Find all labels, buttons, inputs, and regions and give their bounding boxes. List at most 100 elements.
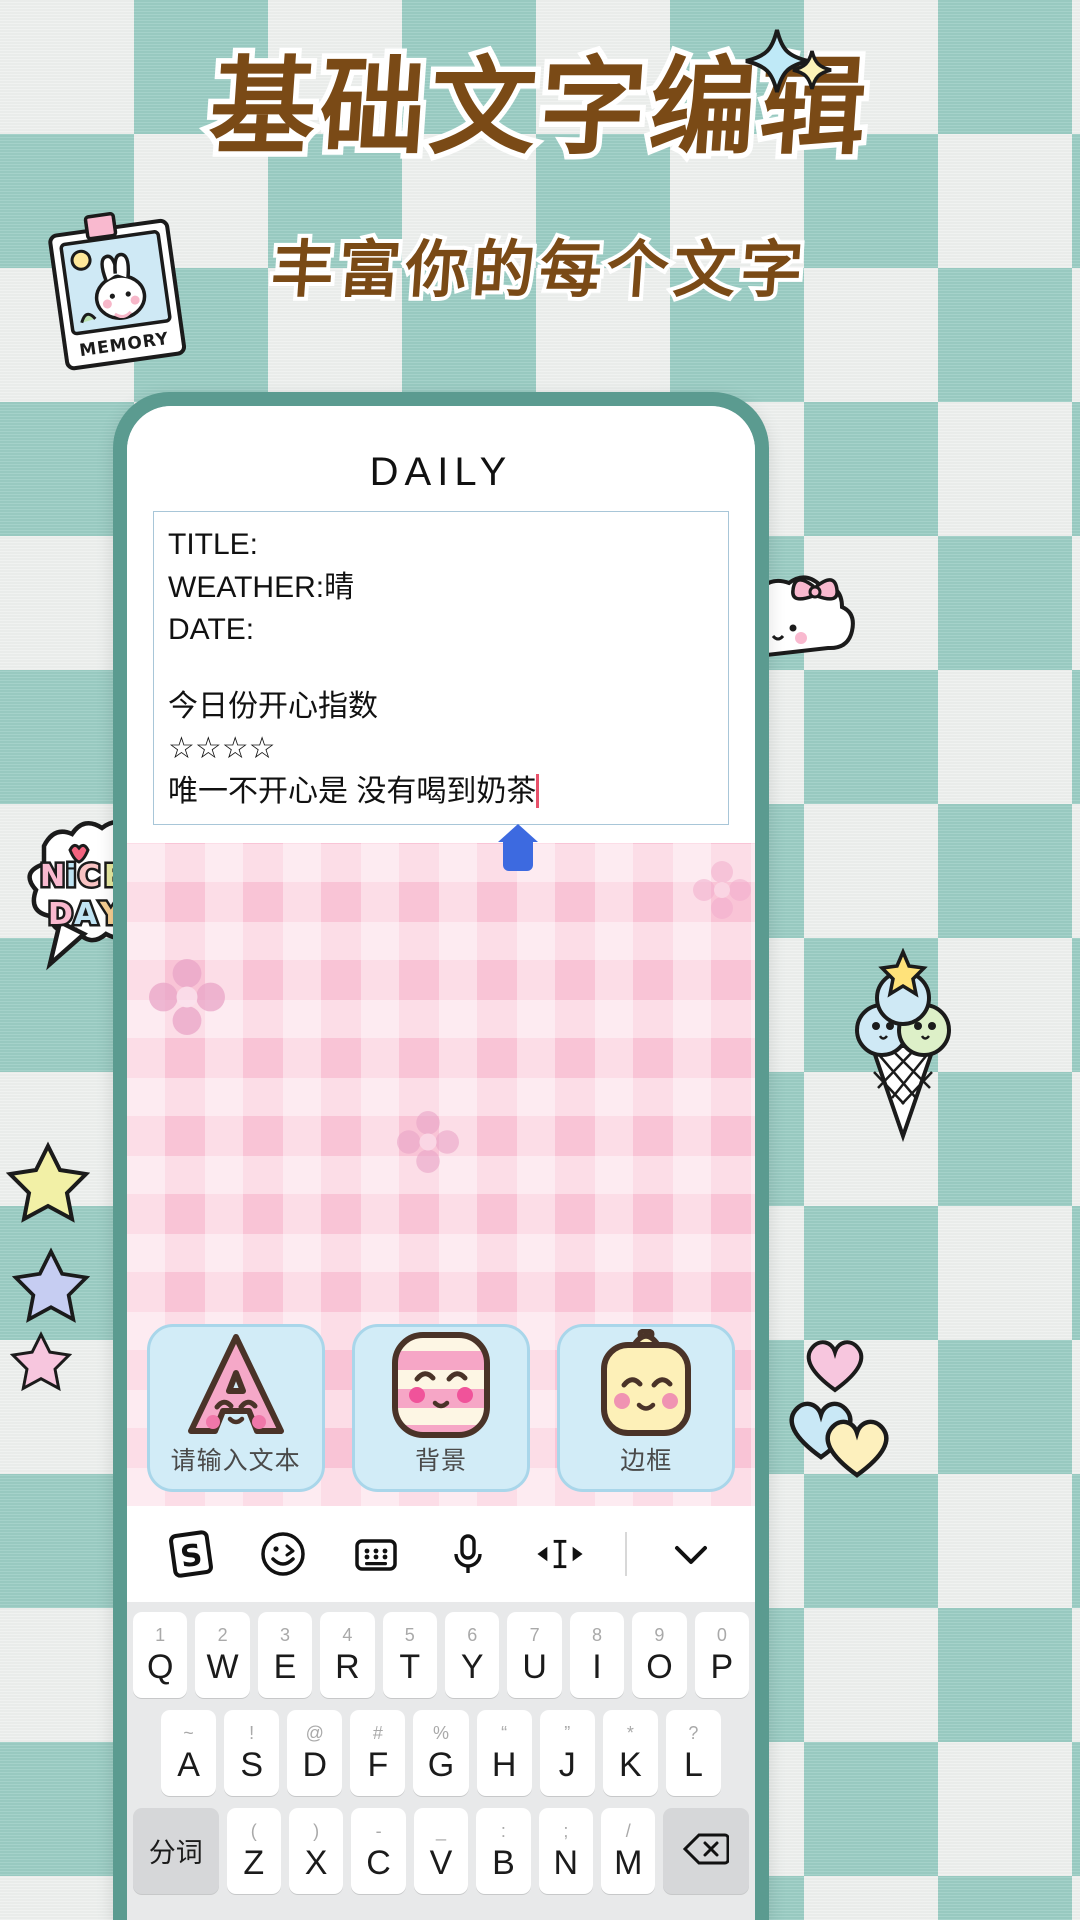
cursor-move-icon[interactable] (532, 1526, 588, 1582)
key-word-segment[interactable]: 分词 (133, 1808, 219, 1894)
key-n[interactable]: ;N (539, 1808, 593, 1894)
key-a[interactable]: ~A (161, 1710, 216, 1796)
key-hint: % (433, 1724, 449, 1744)
svg-text:C: C (78, 859, 100, 894)
note-comment-text: 唯一不开心是 没有喝到奶茶 (168, 775, 536, 808)
key-d[interactable]: @D (287, 1710, 342, 1796)
tool-button-background[interactable]: 背景 (352, 1324, 530, 1492)
key-label: Z (243, 1846, 264, 1880)
star-sticker-blue (12, 1246, 90, 1324)
keyboard-toolbar: S (127, 1506, 755, 1602)
key-j[interactable]: ”J (540, 1710, 595, 1796)
key-b[interactable]: :B (476, 1808, 530, 1894)
key-s[interactable]: !S (224, 1710, 279, 1796)
key-backspace[interactable] (663, 1808, 749, 1894)
key-label: J (559, 1748, 576, 1782)
keyboard-row-3: 分词 (Z )X -C _V :B ;N /M (133, 1808, 749, 1894)
key-label: N (554, 1846, 579, 1880)
phone-screen: DAILY TITLE: WEATHER:晴 DATE: 今日份开心指数 ☆☆☆… (127, 406, 755, 1920)
key-label: I (592, 1650, 601, 1684)
key-label: T (399, 1650, 420, 1684)
page-subtitle: 丰富你的每个文字 (269, 219, 811, 309)
keyboard-row-2: ~A !S @D #F %G “H ”J *K ?L (133, 1710, 749, 1796)
tool-label-text: 请输入文本 (171, 1441, 301, 1477)
flower-decor-icon-3 (397, 1111, 459, 1173)
key-label: S (240, 1748, 263, 1782)
heart-sticker-yellow (818, 1408, 896, 1482)
backspace-icon (683, 1832, 729, 1871)
key-g[interactable]: %G (413, 1710, 468, 1796)
key-c[interactable]: -C (351, 1808, 405, 1894)
key-label: X (305, 1846, 328, 1880)
keyboard-switch-icon[interactable] (348, 1526, 404, 1582)
note-line-blank (168, 652, 714, 686)
key-hint: ) (313, 1822, 319, 1842)
key-k[interactable]: *K (603, 1710, 658, 1796)
key-hint: ” (564, 1724, 570, 1744)
microphone-icon[interactable] (440, 1526, 496, 1582)
key-r[interactable]: 4R (320, 1612, 374, 1698)
key-w[interactable]: 2W (195, 1612, 249, 1698)
key-label: C (366, 1846, 391, 1880)
key-y[interactable]: 6Y (445, 1612, 499, 1698)
key-hint: ( (251, 1822, 257, 1842)
key-hint: 4 (342, 1626, 352, 1646)
text-selection-drag-handle[interactable] (498, 824, 538, 870)
key-hint: # (373, 1724, 383, 1744)
svg-text:A: A (74, 897, 98, 932)
key-h[interactable]: “H (477, 1710, 532, 1796)
collapse-chevron-down-icon[interactable] (663, 1526, 719, 1582)
sparkle-star-small-icon (790, 48, 834, 92)
note-line-weather: WEATHER:晴 (168, 567, 714, 610)
tool-button-text[interactable]: 请输入文本 (147, 1324, 325, 1492)
key-label: V (430, 1846, 453, 1880)
key-label: Y (461, 1650, 484, 1684)
key-label: R (335, 1650, 360, 1684)
key-m[interactable]: /M (601, 1808, 655, 1894)
key-l[interactable]: ?L (666, 1710, 721, 1796)
phone-mockup: DAILY TITLE: WEATHER:晴 DATE: 今日份开心指数 ☆☆☆… (113, 392, 769, 1920)
key-label: W (207, 1650, 239, 1684)
editor-background-area: 请输入文本 (127, 843, 755, 1506)
key-label: M (614, 1846, 642, 1880)
text-edit-box[interactable]: TITLE: WEATHER:晴 DATE: 今日份开心指数 ☆☆☆☆ 唯一不开… (153, 511, 729, 825)
key-q[interactable]: 1Q (133, 1612, 187, 1698)
key-f[interactable]: #F (350, 1710, 405, 1796)
key-label: 分词 (149, 1840, 203, 1867)
drag-handle-arrow (498, 824, 538, 842)
key-hint: 9 (654, 1626, 664, 1646)
text-caret (536, 774, 539, 808)
key-z[interactable]: (Z (227, 1808, 281, 1894)
tool-label-background: 背景 (415, 1441, 467, 1477)
key-hint: ! (249, 1724, 254, 1744)
svg-text:i: i (66, 859, 76, 894)
letter-a-face-icon (150, 1325, 322, 1441)
keyboard-row-1: 1Q 2W 3E 4R 5T 6Y 7U 8I 9O 0P (133, 1612, 749, 1698)
key-o[interactable]: 9O (632, 1612, 686, 1698)
note-line-title: TITLE: (168, 524, 714, 567)
key-hint: 8 (592, 1626, 602, 1646)
key-i[interactable]: 8I (570, 1612, 624, 1698)
sogou-logo-icon[interactable]: S (163, 1526, 219, 1582)
key-hint: / (626, 1822, 631, 1842)
key-label: E (274, 1650, 297, 1684)
key-v[interactable]: _V (414, 1808, 468, 1894)
drag-handle-body (503, 841, 533, 871)
note-line-mood-label: 今日份开心指数 (168, 686, 714, 729)
striped-background-icon (355, 1323, 527, 1441)
key-u[interactable]: 7U (507, 1612, 561, 1698)
note-heading: DAILY (153, 450, 729, 495)
heart-sticker-pink (800, 1330, 870, 1396)
key-label: P (710, 1650, 733, 1684)
key-p[interactable]: 0P (695, 1612, 749, 1698)
key-t[interactable]: 5T (383, 1612, 437, 1698)
key-label: O (646, 1650, 672, 1684)
tool-button-frame[interactable]: 边框 (557, 1324, 735, 1492)
key-label: H (492, 1748, 517, 1782)
key-e[interactable]: 3E (258, 1612, 312, 1698)
key-x[interactable]: )X (289, 1808, 343, 1894)
emoji-smiley-icon[interactable] (255, 1526, 311, 1582)
key-label: U (522, 1650, 547, 1684)
key-hint: 0 (717, 1626, 727, 1646)
key-hint: ~ (183, 1724, 194, 1744)
